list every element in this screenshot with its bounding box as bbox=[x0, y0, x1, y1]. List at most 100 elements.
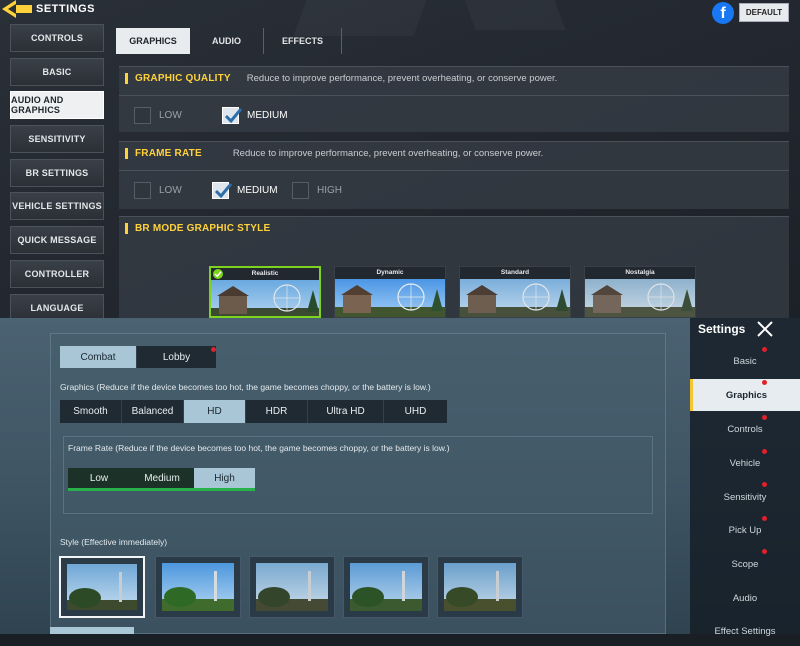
checkmark-icon bbox=[224, 108, 242, 124]
frame-rate-high-option[interactable]: HIGH bbox=[292, 182, 342, 199]
graphics-option-ultra-hd[interactable]: Ultra HD bbox=[308, 400, 384, 423]
sidebar-item-sensitivity[interactable]: Sensitivity bbox=[690, 482, 800, 512]
section-title: BR MODE GRAPHIC STYLE bbox=[135, 223, 271, 234]
sidebar-item-vehicle-settings[interactable]: VEHICLE SETTINGS bbox=[10, 192, 104, 221]
frame-rate-option-low[interactable]: Low bbox=[68, 468, 130, 488]
selected-check-icon bbox=[213, 269, 223, 279]
sidebar-item-br-settings[interactable]: BR SETTINGS bbox=[10, 158, 104, 187]
frame-rate-selector: Low Medium High bbox=[68, 468, 255, 491]
ferris-wheel-scene bbox=[211, 284, 319, 316]
close-icon bbox=[757, 321, 773, 337]
section-header: GRAPHIC QUALITY Reduce to improve perfor… bbox=[125, 73, 557, 84]
notification-dot bbox=[762, 482, 767, 487]
sidebar-item-controller[interactable]: CONTROLLER bbox=[10, 259, 104, 288]
checkbox-checked[interactable] bbox=[222, 107, 242, 124]
style-thumbnail[interactable] bbox=[155, 556, 241, 618]
style-card-standard[interactable]: Standard bbox=[459, 266, 571, 318]
graphics-option-smooth[interactable]: Smooth bbox=[60, 400, 122, 423]
ferris-wheel-scene bbox=[335, 283, 445, 317]
style-label: Nostalgia bbox=[585, 267, 695, 279]
tab-graphics[interactable]: GRAPHICS bbox=[116, 28, 190, 54]
style-label: Standard bbox=[460, 267, 570, 279]
graphics-option-uhd[interactable]: UHD bbox=[384, 400, 447, 423]
style-preview-image bbox=[585, 279, 695, 317]
pubg-settings-screen: Combat Lobby Graphics (Reduce if the dev… bbox=[0, 318, 800, 637]
style-preview-image bbox=[162, 563, 234, 611]
graphics-option-hd[interactable]: HD bbox=[184, 400, 246, 423]
frame-rate-option-medium[interactable]: Medium bbox=[130, 468, 194, 488]
graphic-quality-low-option[interactable]: LOW bbox=[134, 107, 182, 124]
facebook-icon[interactable]: f bbox=[712, 2, 734, 24]
frame-rate-low-option[interactable]: LOW bbox=[134, 182, 182, 199]
sidebar-item-graphics[interactable]: Graphics bbox=[690, 379, 800, 411]
sidebar-item-pick-up[interactable]: Pick Up bbox=[690, 515, 800, 545]
sidebar-item-scope[interactable]: Scope bbox=[690, 549, 800, 579]
back-button[interactable] bbox=[2, 0, 38, 18]
default-button[interactable]: DEFAULT bbox=[739, 3, 789, 22]
checkbox[interactable] bbox=[134, 107, 151, 124]
option-label: LOW bbox=[159, 185, 182, 196]
graphic-quality-medium-option[interactable]: MEDIUM bbox=[222, 107, 288, 124]
sidebar-item-audio-and-graphics[interactable]: AUDIO AND GRAPHICS bbox=[10, 91, 104, 120]
style-preview-image bbox=[211, 280, 319, 316]
divider bbox=[119, 95, 789, 96]
style-preview-image bbox=[67, 564, 137, 610]
frame-rate-medium-option[interactable]: MEDIUM bbox=[212, 182, 278, 199]
style-label: Style (Effective immediately) bbox=[60, 537, 168, 547]
style-preview-image bbox=[460, 279, 570, 317]
style-thumbnail[interactable] bbox=[343, 556, 429, 618]
graphics-label: Graphics (Reduce if the device becomes t… bbox=[60, 382, 431, 392]
notification-dot bbox=[762, 449, 767, 454]
sidebar-item-vehicle[interactable]: Vehicle bbox=[690, 448, 800, 478]
section-description: Reduce to improve performance, prevent o… bbox=[246, 73, 558, 84]
section-header: FRAME RATE Reduce to improve performance… bbox=[125, 148, 543, 159]
section-description: Reduce to improve performance, prevent o… bbox=[232, 148, 544, 159]
tab-lobby[interactable]: Lobby bbox=[137, 346, 216, 368]
tab-audio[interactable]: AUDIO bbox=[190, 28, 264, 54]
sidebar-item-sensitivity[interactable]: SENSITIVITY bbox=[10, 125, 104, 154]
settings-tabs: GRAPHICS AUDIO EFFECTS bbox=[116, 28, 343, 54]
section-title: FRAME RATE bbox=[135, 148, 202, 159]
style-thumbnail[interactable] bbox=[249, 556, 335, 618]
sidebar-item-audio[interactable]: Audio bbox=[690, 583, 800, 613]
notification-dot bbox=[762, 380, 767, 385]
style-card-nostalgia[interactable]: Nostalgia bbox=[584, 266, 696, 318]
tab-combat[interactable]: Combat bbox=[60, 346, 137, 368]
checkbox[interactable] bbox=[134, 182, 151, 199]
style-label: Dynamic bbox=[335, 267, 445, 279]
checkbox[interactable] bbox=[292, 182, 309, 199]
option-label: MEDIUM bbox=[247, 110, 288, 121]
close-button[interactable] bbox=[756, 320, 774, 343]
style-card-dynamic[interactable]: Dynamic bbox=[334, 266, 446, 318]
accent-bar bbox=[125, 148, 128, 159]
sidebar-item-basic[interactable]: BASIC bbox=[10, 57, 104, 86]
section-header: BR MODE GRAPHIC STYLE bbox=[125, 223, 270, 234]
settings-sidebar: CONTROLS BASIC AUDIO AND GRAPHICS SENSIT… bbox=[10, 24, 104, 327]
notification-dot bbox=[762, 347, 767, 352]
style-thumbnail[interactable] bbox=[437, 556, 523, 618]
style-label: Realistic bbox=[211, 268, 319, 280]
sidebar-item-controls[interactable]: Controls bbox=[690, 414, 800, 444]
accent-bar bbox=[125, 73, 128, 84]
style-preview-image bbox=[256, 563, 328, 611]
sidebar-item-basic[interactable]: Basic bbox=[690, 346, 800, 376]
sidebar-item-effect-settings[interactable]: Effect Settings bbox=[690, 616, 800, 646]
cod-settings-screen: SETTINGS f DEFAULT CONTROLS BASIC AUDIO … bbox=[0, 0, 800, 322]
scroll-indicator bbox=[50, 627, 134, 634]
option-label: HIGH bbox=[317, 185, 342, 196]
graphics-option-balanced[interactable]: Balanced bbox=[122, 400, 184, 423]
option-label: MEDIUM bbox=[237, 185, 278, 196]
style-thumbnail[interactable] bbox=[59, 556, 145, 618]
notification-dot bbox=[762, 549, 767, 554]
checkbox-checked[interactable] bbox=[212, 182, 232, 199]
frame-rate-option-high[interactable]: High bbox=[194, 468, 255, 488]
background-shape bbox=[465, 0, 566, 30]
tab-effects[interactable]: EFFECTS bbox=[264, 28, 343, 54]
ferris-wheel-scene bbox=[460, 283, 570, 317]
sidebar-item-quick-message[interactable]: QUICK MESSAGE bbox=[10, 226, 104, 255]
sidebar-item-controls[interactable]: CONTROLS bbox=[10, 24, 104, 52]
settings-sidebar: Settings Basic Graphics Controls Vehicle… bbox=[690, 318, 800, 637]
style-card-realistic[interactable]: Realistic bbox=[209, 266, 321, 318]
notification-dot bbox=[762, 415, 767, 420]
graphics-option-hdr[interactable]: HDR bbox=[246, 400, 308, 423]
